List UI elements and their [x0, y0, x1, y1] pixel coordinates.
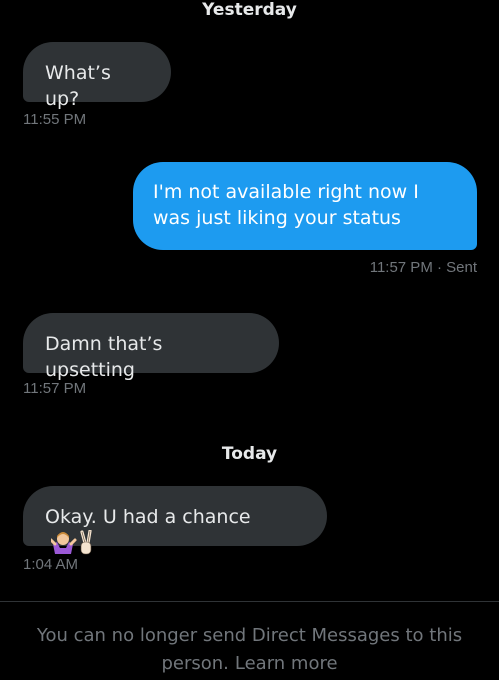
message-bubble-received[interactable]: Okay. U had a chance — [23, 486, 327, 555]
message-timestamp: 11:55 PM — [23, 111, 87, 128]
message-bubble-received[interactable]: Damn that’s upsetting — [23, 313, 279, 381]
message-text: Okay. U had a chance — [45, 506, 251, 528]
message-text: I'm not available right now I was just l… — [153, 181, 419, 229]
message-text: What’s up? — [45, 62, 111, 110]
notice-line-1: You can no longer send Direct Messages t… — [36, 625, 463, 646]
message-timestamp-sent: 11:57 PM · Sent — [369, 259, 477, 276]
day-separator-today: Today — [221, 444, 278, 464]
message-timestamp: 1:04 AM — [23, 556, 79, 573]
footer-divider — [0, 601, 499, 602]
message-bubble-received[interactable]: What’s up? — [23, 42, 171, 110]
learn-more-link[interactable]: Learn more — [235, 650, 338, 678]
day-separator-yesterday: Yesterday — [202, 0, 297, 20]
message-text: Damn that’s upsetting — [45, 333, 163, 381]
message-bubble-sent[interactable]: I'm not available right now I was just l… — [133, 162, 477, 250]
message-timestamp: 11:57 PM — [23, 380, 87, 397]
